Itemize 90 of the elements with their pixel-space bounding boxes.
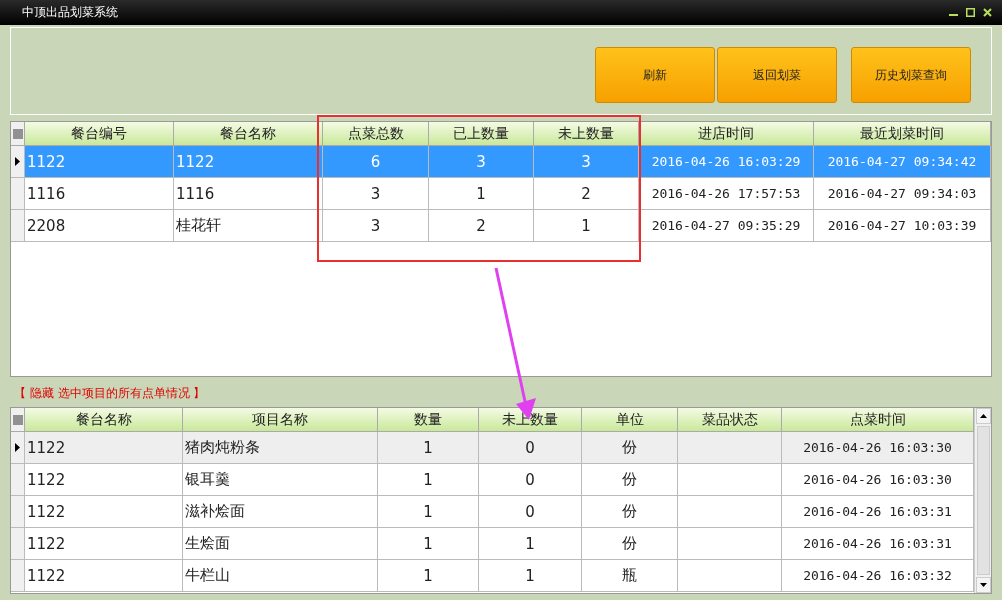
column-header[interactable]: 单位 (582, 408, 678, 432)
table-cell: 3 (323, 178, 429, 210)
table-cell: 滋补烩面 (183, 496, 378, 528)
table-cell: 1122 (25, 560, 183, 592)
scroll-up-icon[interactable] (979, 414, 987, 418)
table-cell: 1122 (25, 496, 183, 528)
column-header[interactable]: 餐台编号 (25, 122, 174, 146)
table-cell: 2016-04-26 17:57:53 (639, 178, 814, 210)
table-cell: 1 (479, 560, 582, 592)
scroll-thumb[interactable] (976, 426, 990, 575)
table-cell: 3 (323, 210, 429, 242)
table-row[interactable]: 1122 生烩面 1 1 份 2016-04-26 16:03:31 (11, 528, 974, 560)
close-icon[interactable] (983, 8, 992, 17)
table-cell: 2016-04-27 09:34:03 (814, 178, 991, 210)
table-cell: 1122 (25, 464, 183, 496)
table-cell: 0 (479, 496, 582, 528)
scroll-down-button[interactable] (975, 577, 991, 593)
table-cell: 2016-04-27 09:35:29 (639, 210, 814, 242)
table-cell: 2208 (25, 210, 174, 242)
table-cell: 1 (534, 210, 639, 242)
table-row[interactable]: 2208 桂花轩 3 2 1 2016-04-27 09:35:29 2016-04-27 10:03:39 (11, 210, 991, 242)
column-header[interactable]: 进店时间 (639, 122, 814, 146)
table-cell: 瓶 (582, 560, 678, 592)
table-row[interactable]: 1122 牛栏山 1 1 瓶 2016-04-26 16:03:32 (11, 560, 974, 592)
table-cell: 猪肉炖粉条 (183, 432, 378, 464)
column-chooser-icon[interactable] (12, 414, 23, 425)
column-header[interactable]: 餐台名称 (174, 122, 323, 146)
table-cell: 1122 (25, 146, 174, 178)
table-cell: 2016-04-26 16:03:31 (782, 496, 974, 528)
column-header[interactable]: 数量 (378, 408, 479, 432)
column-header[interactable]: 点菜总数 (323, 122, 429, 146)
column-header[interactable]: 项目名称 (183, 408, 378, 432)
toolbar-button[interactable]: 刷新 (595, 47, 715, 103)
scroll-up-button[interactable] (975, 408, 991, 424)
column-header[interactable]: 最近划菜时间 (814, 122, 991, 146)
table-cell: 桂花轩 (174, 210, 323, 242)
table-cell: 1 (378, 528, 479, 560)
table-cell: 0 (479, 432, 582, 464)
column-header[interactable]: 未上数量 (534, 122, 639, 146)
table-cell: 1 (378, 464, 479, 496)
table-cell: 份 (582, 464, 678, 496)
table-cell: 2016-04-26 16:03:31 (782, 528, 974, 560)
table-cell: 3 (534, 146, 639, 178)
table-cell: 份 (582, 496, 678, 528)
column-header[interactable]: 未上数量 (479, 408, 582, 432)
column-header[interactable]: 已上数量 (429, 122, 534, 146)
table-cell: 2 (534, 178, 639, 210)
table-cell: 份 (582, 432, 678, 464)
table-cell: 2016-04-26 16:03:29 (639, 146, 814, 178)
table-cell: 2016-04-26 16:03:32 (782, 560, 974, 592)
table-cell: 1 (378, 432, 479, 464)
scroll-down-icon[interactable] (979, 583, 987, 587)
table-cell: 2016-04-27 09:34:42 (814, 146, 991, 178)
table-cell: 1 (429, 178, 534, 210)
table-cell: 2016-04-27 10:03:39 (814, 210, 991, 242)
table-cell: 0 (479, 464, 582, 496)
column-header[interactable]: 点菜时间 (782, 408, 974, 432)
table-cell: 1 (378, 560, 479, 592)
table-cell: 2 (429, 210, 534, 242)
table-row[interactable]: 1122 滋补烩面 1 0 份 2016-04-26 16:03:31 (11, 496, 974, 528)
table-cell: 生烩面 (183, 528, 378, 560)
table-cell: 1122 (25, 528, 183, 560)
table-cell: 1116 (174, 178, 323, 210)
row-pointer-icon (15, 443, 20, 452)
column-chooser-icon[interactable] (12, 128, 23, 139)
table-cell: 1 (378, 496, 479, 528)
table-cell: 2016-04-26 16:03:30 (782, 464, 974, 496)
scrollbar[interactable] (974, 408, 991, 593)
toolbar-button[interactable]: 返回划菜 (717, 47, 837, 103)
column-header[interactable]: 菜品状态 (678, 408, 782, 432)
window-title: 中顶出品划菜系统 (22, 4, 118, 21)
table-row[interactable]: 1122 猪肉炖粉条 1 0 份 2016-04-26 16:03:30 (11, 432, 974, 464)
row-header[interactable] (11, 432, 25, 464)
table-cell: 1122 (25, 432, 183, 464)
table-row[interactable]: 1122 银耳羹 1 0 份 2016-04-26 16:03:30 (11, 464, 974, 496)
column-header[interactable]: 餐台名称 (25, 408, 183, 432)
table-cell: 3 (429, 146, 534, 178)
table-row[interactable]: 1116 1116 3 1 2 2016-04-26 17:57:53 2016-04-27 09:34:03 (11, 178, 991, 210)
table-cell: 1116 (25, 178, 174, 210)
row-header[interactable] (11, 146, 25, 178)
toolbar-button[interactable]: 历史划菜查询 (851, 47, 971, 103)
table-cell: 银耳羹 (183, 464, 378, 496)
table-cell: 6 (323, 146, 429, 178)
table-cell: 牛栏山 (183, 560, 378, 592)
table-cell: 份 (582, 528, 678, 560)
maximize-icon[interactable] (966, 8, 975, 17)
row-pointer-icon (15, 157, 20, 166)
table-cell: 1122 (174, 146, 323, 178)
table-cell: 2016-04-26 16:03:30 (782, 432, 974, 464)
table-cell: 1 (479, 528, 582, 560)
